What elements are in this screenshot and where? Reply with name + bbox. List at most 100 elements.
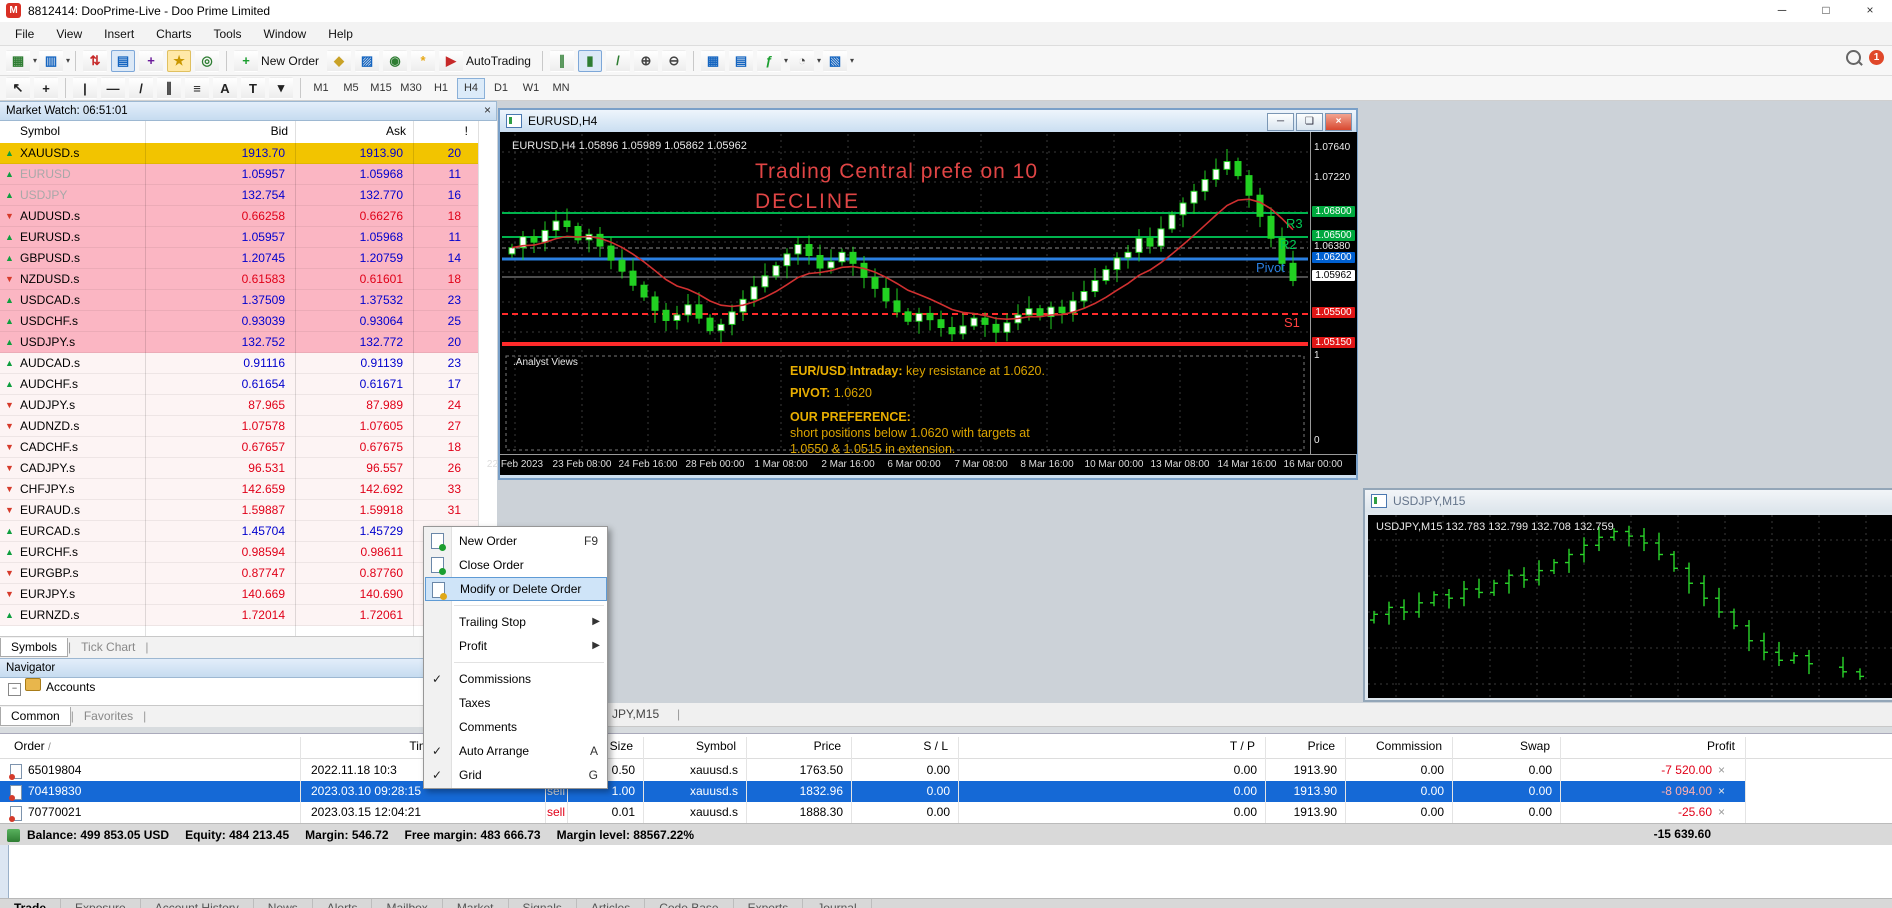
terminal-column-header-t/p[interactable]: T / P <box>958 739 1255 753</box>
terminal-order-row-65019804[interactable]: 650198042022.11.18 10:3sell0.50xauusd.s1… <box>0 760 1745 781</box>
signals-icon[interactable]: ◉ <box>383 50 407 72</box>
dropdown-arrow-icon[interactable]: ▾ <box>66 56 70 65</box>
bottom-tab-experts[interactable]: Experts <box>734 899 804 908</box>
close-order-icon[interactable]: × <box>1718 805 1725 819</box>
shapes-icon[interactable]: ▾ <box>269 77 293 99</box>
window-maximize-button[interactable]: □ <box>1804 0 1848 21</box>
autotrading-icon[interactable]: ▶ <box>439 50 463 72</box>
menu-charts[interactable]: Charts <box>145 24 202 44</box>
timeframe-mn-button[interactable]: MN <box>547 78 575 99</box>
eurusd-window-title-bar[interactable]: EURUSD,H4 ─ ❏ × <box>500 110 1356 132</box>
publisher-icon[interactable]: ▨ <box>355 50 379 72</box>
menu-item-close-order[interactable]: Close Order <box>425 553 607 577</box>
data-window-icon[interactable]: ▤ <box>111 50 135 72</box>
crosshair-icon[interactable]: + <box>34 77 58 99</box>
market-watch-close-icon[interactable]: × <box>484 104 491 116</box>
bottom-tab-code-base[interactable]: Code Base <box>645 899 733 908</box>
candlestick-icon[interactable]: ▮ <box>578 50 602 72</box>
timeframe-h1-button[interactable]: H1 <box>427 78 455 99</box>
trendline-icon[interactable]: / <box>129 77 153 99</box>
menu-file[interactable]: File <box>4 24 45 44</box>
tab-usdjpy-m15[interactable]: JPY,M15 <box>612 707 659 721</box>
eurusd-chart-area[interactable]: R3R2PivotS1 EURUSD,H4 1.05896 1.05989 1.… <box>500 132 1356 474</box>
market-watch-row-usdcad.s[interactable]: ▲USDCAD.s1.375091.3753223 <box>0 290 478 311</box>
menu-item-auto-arrange[interactable]: ✓Auto ArrangeA <box>425 739 607 763</box>
cascade-windows-icon[interactable]: ▤ <box>729 50 753 72</box>
dropdown-arrow-icon[interactable]: ▾ <box>850 56 854 65</box>
market-watch-tab-symbols[interactable]: Symbols <box>0 638 68 657</box>
notification-badge[interactable]: 1 <box>1869 50 1884 65</box>
window-close-button[interactable]: × <box>1848 0 1892 21</box>
bottom-tab-signals[interactable]: Signals <box>509 899 577 908</box>
market-watch-row-eurusd.s[interactable]: ▲EURUSD.s1.059571.0596811 <box>0 227 478 248</box>
terminal-column-header-commission[interactable]: Commission <box>1345 739 1442 753</box>
market-watch-column-header[interactable]: Symbol <box>20 124 130 138</box>
horizontal-line-icon[interactable]: — <box>101 77 125 99</box>
autotrading-label[interactable]: AutoTrading <box>466 54 531 68</box>
market-watch-row-eurcad.s[interactable]: ▲EURCAD.s1.457041.45729 <box>0 521 478 542</box>
navigator-tab-favorites[interactable]: Favorites <box>74 707 143 725</box>
market-watch-row-euraud.s[interactable]: ▼EURAUD.s1.598871.5991831 <box>0 500 478 521</box>
market-watch-row-gbpusd.s[interactable]: ▲GBPUSD.s1.207451.2075914 <box>0 248 478 269</box>
vertical-line-icon[interactable]: | <box>73 77 97 99</box>
timeframe-m15-button[interactable]: M15 <box>367 78 395 99</box>
market-watch-row-audchf.s[interactable]: ▲AUDCHF.s0.616540.6167117 <box>0 374 478 395</box>
market-watch-row-usdjpy.s[interactable]: ▲USDJPY.s132.752132.77220 <box>0 332 478 353</box>
bottom-tab-exposure[interactable]: Exposure <box>61 899 141 908</box>
market-watch-row-eurjpy.s[interactable]: ▼EURJPY.s140.669140.690 <box>0 584 478 605</box>
chart-close-button[interactable]: × <box>1325 113 1352 131</box>
bottom-tab-trade[interactable]: Trade <box>0 899 61 908</box>
usdjpy-chart-area[interactable]: USDJPY,M15 132.783 132.799 132.708 132.7… <box>1368 515 1892 698</box>
terminal-column-header-swap[interactable]: Swap <box>1452 739 1550 753</box>
market-watch-row-eurnzd.s[interactable]: ▲EURNZD.s1.720141.72061 <box>0 605 478 626</box>
terminal-order-row-70419830[interactable]: 704198302023.03.10 09:28:15sell1.00xauus… <box>0 781 1745 802</box>
market-watch-row-cadjpy.s[interactable]: ▼CADJPY.s96.53196.55726 <box>0 458 478 479</box>
indicators-icon[interactable]: ƒ <box>757 50 781 72</box>
navigator-tab-common[interactable]: Common <box>0 707 71 726</box>
terminal-column-header-price[interactable]: Price <box>1265 739 1335 753</box>
close-order-icon[interactable]: × <box>1718 784 1725 798</box>
menu-item-trailing-stop[interactable]: Trailing Stop▶ <box>425 610 607 634</box>
menu-item-commissions[interactable]: ✓Commissions <box>425 667 607 691</box>
options-icon[interactable]: * <box>411 50 435 72</box>
timeframe-h4-button[interactable]: H4 <box>457 78 485 99</box>
menu-item-taxes[interactable]: Taxes <box>425 691 607 715</box>
terminal-column-header-s/l[interactable]: S / L <box>851 739 948 753</box>
usdjpy-window-title-bar[interactable]: USDJPY,M15 <box>1365 490 1892 512</box>
bottom-tab-account-history[interactable]: Account History <box>141 899 254 908</box>
market-watch-row-audnzd.s[interactable]: ▼AUDNZD.s1.075781.0760527 <box>0 416 478 437</box>
tree-expander-icon[interactable]: − <box>8 683 21 696</box>
menu-item-comments[interactable]: Comments <box>425 715 607 739</box>
market-watch-row-eurusd[interactable]: ▲EURUSD1.059571.0596811 <box>0 164 478 185</box>
navigator-accounts-item[interactable]: Accounts <box>46 680 95 694</box>
bar-chart-icon[interactable]: ∥ <box>550 50 574 72</box>
market-watch-row-audjpy.s[interactable]: ▼AUDJPY.s87.96587.98924 <box>0 395 478 416</box>
market-watch-column-header[interactable]: Bid <box>145 124 288 138</box>
timeframe-m30-button[interactable]: M30 <box>397 78 425 99</box>
templates-icon[interactable]: ▧ <box>823 50 847 72</box>
zoom-out-icon[interactable]: ⊖ <box>662 50 686 72</box>
fibonacci-icon[interactable]: ≡ <box>185 77 209 99</box>
profiles-icon[interactable]: ▥ <box>39 50 63 72</box>
market-watch-column-header[interactable]: ! <box>415 124 468 138</box>
bottom-tab-news[interactable]: News <box>254 899 313 908</box>
text-icon[interactable]: A <box>213 77 237 99</box>
market-watch-row-audusd.s[interactable]: ▼AUDUSD.s0.662580.6627618 <box>0 206 478 227</box>
market-watch-row-eurgbp.s[interactable]: ▼EURGBP.s0.877470.87760 <box>0 563 478 584</box>
timeframe-w1-button[interactable]: W1 <box>517 78 545 99</box>
channel-icon[interactable]: ∥ <box>157 77 181 99</box>
dropdown-arrow-icon[interactable]: ▾ <box>817 56 821 65</box>
new-chart-icon[interactable]: ▦ <box>6 50 30 72</box>
zoom-in-icon[interactable]: ⊕ <box>634 50 658 72</box>
market-watch-tab-tick-chart[interactable]: Tick Chart <box>71 638 145 656</box>
terminal-icon[interactable]: ★ <box>167 50 191 72</box>
chart-minimize-button[interactable]: ─ <box>1267 113 1294 131</box>
periods-icon[interactable]: ◔ <box>790 50 814 72</box>
navigator-icon[interactable]: + <box>139 50 163 72</box>
close-order-icon[interactable]: × <box>1718 763 1725 777</box>
menu-tools[interactable]: Tools <box>203 24 253 44</box>
search-icon[interactable] <box>1846 50 1861 65</box>
strategy-tester-icon[interactable]: ◎ <box>195 50 219 72</box>
label-icon[interactable]: T <box>241 77 265 99</box>
timeframe-d1-button[interactable]: D1 <box>487 78 515 99</box>
